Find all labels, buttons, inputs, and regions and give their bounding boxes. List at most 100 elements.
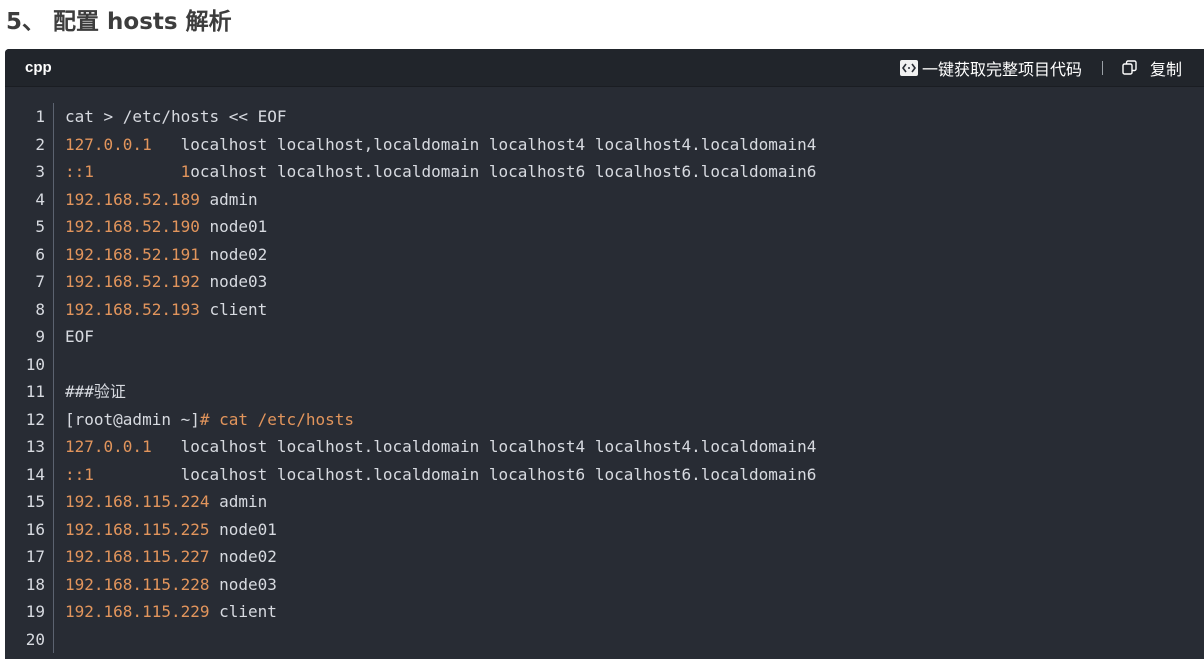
copy-button[interactable]: 复制 xyxy=(1122,56,1182,80)
code-line: 6 192.168.52.191 node02 xyxy=(5,241,1204,269)
code-token: [root@admin ~] xyxy=(65,409,200,429)
code-token: node03 xyxy=(209,574,277,594)
code-token: client xyxy=(199,299,268,319)
line-number: 9 xyxy=(35,327,45,346)
code-token: node01 xyxy=(199,217,268,236)
code-line: 19 192.168.115.229 client xyxy=(5,598,1204,626)
line-number: 5 xyxy=(35,217,45,236)
code-token-literal: 127.0.0.1 xyxy=(65,437,152,456)
code-text: 192.168.115.228 node03 xyxy=(45,571,277,599)
code-token-literal: 192.168.52.192 xyxy=(65,272,200,291)
code-text: cat > /etc/hosts << EOF xyxy=(45,103,287,131)
code-line: 20 xyxy=(5,626,1204,654)
code-text: 127.0.0.1 localhost localhost.localdomai… xyxy=(45,433,816,461)
line-number: 17 xyxy=(25,547,45,566)
code-line: 7 192.168.52.192 node03 xyxy=(5,268,1204,296)
action-divider xyxy=(1101,60,1103,75)
copy-label: 复制 xyxy=(1149,59,1182,79)
code-text: ::1 1ocalhost localhost.localdomain loca… xyxy=(45,158,816,186)
code-text: ###验证 xyxy=(45,378,126,406)
code-line: 4 192.168.52.189 admin xyxy=(5,186,1204,214)
code-actions: 一键获取完整项目代码 复制 xyxy=(899,49,1182,86)
code-token: ocalhost localhost.localdomain localhost… xyxy=(190,162,817,181)
code-header: cpp 一键获取完整项目代码 复制 xyxy=(5,49,1204,87)
code-token: node02 xyxy=(199,244,268,264)
line-number: 12 xyxy=(25,409,45,429)
code-line: 8 192.168.52.193 client xyxy=(5,296,1204,324)
code-token: client xyxy=(209,602,277,621)
code-token: EOF xyxy=(65,327,94,346)
line-number: 13 xyxy=(25,437,45,456)
line-number: 3 xyxy=(35,162,45,181)
code-token-literal: 192.168.115.228 xyxy=(65,574,210,594)
code-line: 11 ###验证 xyxy=(5,378,1204,406)
line-number: 6 xyxy=(35,244,45,264)
code-line: 13 127.0.0.1 localhost localhost.localdom… xyxy=(5,433,1204,461)
code-line: 14::1 localhost localhost.localdomain lo… xyxy=(5,461,1204,489)
code-token-literal: 192.168.52.191 xyxy=(65,244,200,264)
code-line: 15 192.168.115.224 admin xyxy=(5,488,1204,516)
line-number: 11 xyxy=(25,382,45,401)
code-token-literal: 192.168.115.229 xyxy=(65,602,210,621)
code-text: 192.168.52.192 node03 xyxy=(45,268,267,296)
language-label: cpp xyxy=(25,59,52,76)
code-text: [root@admin ~]# cat /etc/hosts xyxy=(45,406,354,434)
line-number: 4 xyxy=(35,189,45,209)
code-text: 192.168.115.225 node01 xyxy=(45,516,277,544)
line-number: 18 xyxy=(25,574,45,594)
code-brackets-icon xyxy=(899,59,918,76)
section-title: 5、 配置 hosts 解析 xyxy=(6,9,232,35)
get-full-code-label: 一键获取完整项目代码 xyxy=(921,59,1082,79)
code-token: node03 xyxy=(199,272,268,291)
code-token-literal: 192.168.115.224 xyxy=(65,492,210,511)
code-text: 192.168.52.193 client xyxy=(45,296,267,324)
code-token: admin xyxy=(209,492,268,511)
code-token-literal: ::1 xyxy=(65,162,94,181)
code-line: 16 192.168.115.225 node01 xyxy=(5,516,1204,544)
code-block: cpp 一键获取完整项目代码 复制 1 cat > /etc/hosts << … xyxy=(5,49,1204,659)
code-token-literal: # cat /etc/hosts xyxy=(199,409,354,429)
line-number: 8 xyxy=(35,299,45,319)
code-token: cat > /etc/hosts << EOF xyxy=(65,107,287,126)
line-number: 19 xyxy=(25,602,45,621)
code-text: 192.168.115.224 admin xyxy=(45,488,267,516)
gutter-divider xyxy=(53,103,54,653)
code-text: 192.168.52.191 node02 xyxy=(45,241,267,269)
code-token-literal: 1 xyxy=(180,162,191,181)
code-token-literal: 192.168.52.189 xyxy=(65,189,200,209)
code-token-literal: 127.0.0.1 xyxy=(65,134,152,154)
code-token: admin xyxy=(199,189,258,209)
line-number: 14 xyxy=(25,464,45,484)
line-number: 16 xyxy=(25,519,45,539)
code-line: 10 xyxy=(5,351,1204,379)
code-text: 127.0.0.1 localhost localhost,localdomai… xyxy=(45,131,816,159)
code-text: 192.168.115.229 client xyxy=(45,598,277,626)
code-token: ###验证 xyxy=(65,382,126,401)
code-text: 192.168.115.227 node02 xyxy=(45,543,277,571)
code-text: 192.168.52.190 node01 xyxy=(45,213,267,241)
line-number: 1 xyxy=(35,107,45,126)
code-token: node01 xyxy=(209,519,277,539)
code-line: 5 192.168.52.190 node01 xyxy=(5,213,1204,241)
line-number: 2 xyxy=(35,134,45,154)
line-number: 7 xyxy=(35,272,45,291)
code-body[interactable]: 1 cat > /etc/hosts << EOF 2 127.0.0.1 local… xyxy=(5,87,1204,653)
line-number: 15 xyxy=(25,492,45,511)
get-full-code-button[interactable]: 一键获取完整项目代码 xyxy=(899,56,1082,80)
code-line: 3::1 1ocalhost localhost.localdomain loc… xyxy=(5,158,1204,186)
code-token: localhost localhost.localdomain localhos… xyxy=(151,437,817,456)
code-token-literal: 192.168.52.190 xyxy=(65,217,200,236)
code-line: 17 192.168.115.227 node02 xyxy=(5,543,1204,571)
code-line: 18 192.168.115.228 node03 xyxy=(5,571,1204,599)
code-token-literal: 192.168.115.225 xyxy=(65,519,210,539)
code-line: 9 EOF xyxy=(5,323,1204,351)
code-token: localhost localhost.localdomain localhos… xyxy=(93,464,817,484)
copy-icon xyxy=(1122,60,1137,75)
line-number: 10 xyxy=(25,354,45,374)
code-line: 12 [root@admin ~]# cat /etc/hosts xyxy=(5,406,1204,434)
code-token: node02 xyxy=(209,547,277,566)
code-token-literal: 192.168.115.227 xyxy=(65,547,210,566)
code-text: ::1 localhost localhost.localdomain loca… xyxy=(45,461,816,489)
